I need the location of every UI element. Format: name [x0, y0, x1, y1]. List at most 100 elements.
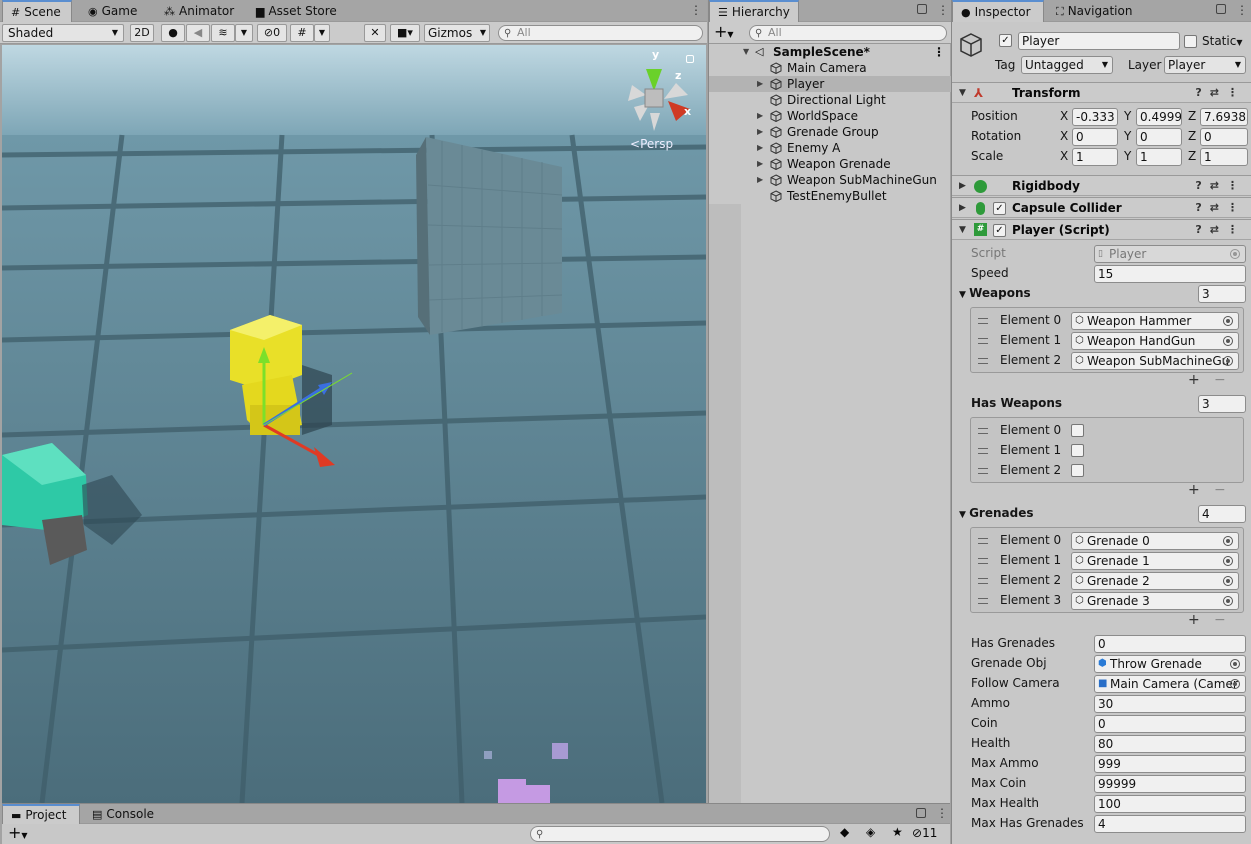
element-checkbox[interactable]: [1071, 424, 1084, 437]
gizmo-lock-icon[interactable]: [686, 55, 694, 63]
object-picker-icon[interactable]: [1223, 316, 1233, 326]
hierarchy-item[interactable]: ▶ Player: [709, 76, 951, 92]
hierarchy-item[interactable]: Main Camera: [709, 60, 951, 76]
scale-x-field[interactable]: 1: [1072, 148, 1118, 166]
axis-label[interactable]: Y: [1124, 109, 1131, 123]
favorite-star-icon[interactable]: ★: [892, 825, 903, 839]
static-checkbox[interactable]: [1184, 35, 1197, 48]
hidden-packages-button[interactable]: ⊘11: [912, 826, 937, 840]
drag-handle-icon[interactable]: [978, 428, 988, 434]
hierarchy-item[interactable]: ▶ Enemy A: [709, 140, 951, 156]
fold-closed-icon[interactable]: ▶: [757, 172, 763, 188]
rotation-y-field[interactable]: 0: [1136, 128, 1182, 146]
script-field-value[interactable]: ■ Main Camera (Camer: [1094, 675, 1246, 693]
rotation-x-field[interactable]: 0: [1072, 128, 1118, 146]
script-field-value[interactable]: 80: [1094, 735, 1246, 753]
drag-handle-icon[interactable]: [978, 578, 988, 584]
object-field[interactable]: ⬡ Weapon SubMachineGu: [1071, 352, 1239, 370]
fold-closed-icon[interactable]: ▶: [757, 140, 763, 156]
project-menu-icon[interactable]: ⋮: [936, 806, 948, 820]
weapons-add-button[interactable]: +: [1188, 372, 1200, 388]
effects-dropdown-icon[interactable]: ▼: [235, 24, 253, 42]
active-checkbox[interactable]: ✓: [999, 34, 1012, 47]
position-z-field[interactable]: 7.69383: [1200, 108, 1248, 126]
object-field[interactable]: ⬡ Grenade 3: [1071, 592, 1239, 610]
axis-label[interactable]: X: [1060, 109, 1068, 123]
grenades-size-field[interactable]: 4: [1198, 505, 1246, 523]
object-name-field[interactable]: Player: [1018, 32, 1180, 50]
grenades-remove-button[interactable]: −: [1214, 612, 1226, 628]
hierarchy-item[interactable]: ▶ Weapon Grenade: [709, 156, 951, 172]
player-script-enabled-checkbox[interactable]: ✓: [993, 224, 1006, 237]
project-search-input[interactable]: ⚲: [530, 826, 830, 842]
filter-by-label-icon[interactable]: ◈: [866, 825, 875, 839]
fold-closed-icon[interactable]: ▶: [757, 108, 763, 124]
capsule-collider-header[interactable]: ▶ ✓ Capsule Collider ?⇄⋮: [952, 197, 1251, 218]
fold-open-icon[interactable]: ▼: [959, 220, 966, 240]
object-picker-icon[interactable]: [1230, 679, 1240, 689]
static-label[interactable]: Static▼: [1202, 34, 1242, 48]
component-header-icons[interactable]: ?⇄⋮: [1195, 220, 1246, 240]
script-field-value[interactable]: 99999: [1094, 775, 1246, 793]
element-checkbox[interactable]: [1071, 464, 1084, 477]
hierarchy-item[interactable]: Directional Light: [709, 92, 951, 108]
grenades-foldout[interactable]: ▼ Grenades: [959, 506, 1033, 520]
tab-hierarchy[interactable]: ☰ Hierarchy: [709, 0, 799, 22]
scene-search-input[interactable]: ⚲ All: [498, 25, 703, 41]
layer-dropdown[interactable]: Player ▼: [1164, 56, 1246, 74]
filter-by-type-icon[interactable]: ◆: [840, 825, 849, 839]
component-header-icons[interactable]: ?⇄⋮: [1195, 83, 1246, 103]
hierarchy-item[interactable]: ▶ Grenade Group: [709, 124, 951, 140]
inspector-menu-icon[interactable]: ⋮: [1236, 3, 1248, 17]
fold-closed-icon[interactable]: ▶: [757, 76, 763, 92]
rotation-z-field[interactable]: 0: [1200, 128, 1248, 146]
object-field[interactable]: ⬡ Weapon HandGun: [1071, 332, 1239, 350]
add-object-button[interactable]: +▼: [714, 23, 734, 44]
2d-toggle-button[interactable]: 2D: [130, 24, 154, 42]
axis-label[interactable]: Y: [1124, 149, 1131, 163]
axis-label[interactable]: X: [1060, 129, 1068, 143]
drag-handle-icon[interactable]: [978, 468, 988, 474]
scene-menu-icon[interactable]: ⋮: [933, 44, 945, 60]
script-field-value[interactable]: 0: [1094, 635, 1246, 653]
fold-open-icon[interactable]: ▼: [959, 83, 966, 103]
axis-label[interactable]: X: [1060, 149, 1068, 163]
script-field-value[interactable]: 4: [1094, 815, 1246, 833]
object-field[interactable]: ⬡ Weapon Hammer: [1071, 312, 1239, 330]
script-field-value[interactable]: 30: [1094, 695, 1246, 713]
axis-label[interactable]: Y: [1124, 129, 1131, 143]
script-field-value[interactable]: 0: [1094, 715, 1246, 733]
lighting-toggle-icon[interactable]: ●: [161, 24, 185, 42]
object-picker-icon[interactable]: [1223, 356, 1233, 366]
scene-root-item[interactable]: ▼ ◁ SampleScene* ⋮: [709, 44, 951, 60]
script-field-value[interactable]: ⬢ Throw Grenade: [1094, 655, 1246, 673]
lock-icon[interactable]: [1216, 4, 1226, 14]
has-weapons-remove-button[interactable]: −: [1214, 482, 1226, 498]
fold-closed-icon[interactable]: ▶: [959, 176, 966, 196]
hierarchy-item[interactable]: ▶ WorldSpace: [709, 108, 951, 124]
drag-handle-icon[interactable]: [978, 318, 988, 324]
scene-menu-icon[interactable]: ⋮: [690, 3, 702, 17]
has-weapons-add-button[interactable]: +: [1188, 482, 1200, 498]
player-script-header[interactable]: ▼ # ✓ Player (Script) ?⇄⋮: [952, 219, 1251, 240]
weapons-foldout[interactable]: ▼ Weapons: [959, 286, 1031, 300]
element-checkbox[interactable]: [1071, 444, 1084, 457]
speed-field[interactable]: 15: [1094, 265, 1246, 283]
tab-inspector[interactable]: ● Inspector: [952, 0, 1044, 22]
tab-console[interactable]: ▤ Console: [84, 804, 166, 824]
fold-open-icon[interactable]: ▼: [743, 44, 749, 60]
tab-animator[interactable]: ⁂ Animator: [156, 0, 244, 22]
camera-settings-icon[interactable]: ■▾: [390, 24, 420, 42]
axis-label[interactable]: Z: [1188, 109, 1196, 123]
drag-handle-icon[interactable]: [978, 358, 988, 364]
create-asset-button[interactable]: +▼: [8, 824, 28, 844]
lock-icon[interactable]: [917, 4, 927, 14]
fold-closed-icon[interactable]: ▶: [959, 198, 966, 218]
tag-dropdown[interactable]: Untagged ▼: [1021, 56, 1113, 74]
gizmos-dropdown[interactable]: Gizmos ▼: [424, 24, 490, 42]
capsule-collider-enabled-checkbox[interactable]: ✓: [993, 202, 1006, 215]
drag-handle-icon[interactable]: [978, 558, 988, 564]
audio-toggle-icon[interactable]: ◀: [186, 24, 210, 42]
fold-closed-icon[interactable]: ▶: [757, 124, 763, 140]
object-field[interactable]: ⬡ Grenade 1: [1071, 552, 1239, 570]
